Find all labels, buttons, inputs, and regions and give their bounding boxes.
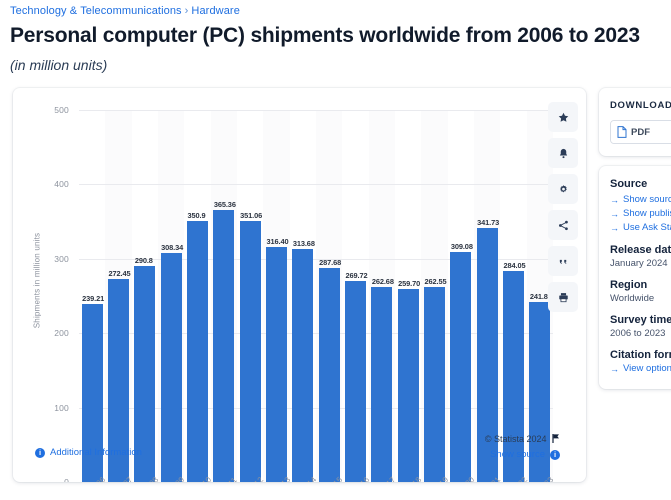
bar[interactable] bbox=[344, 281, 367, 482]
settings-gear-button[interactable] bbox=[548, 174, 578, 204]
y-axis-tick-label: 500 bbox=[54, 105, 69, 115]
bar-value-label: 316.40 bbox=[266, 236, 289, 246]
bar-value-label: 365.36 bbox=[213, 200, 236, 210]
details-box: Source → Show source → Show publisher in… bbox=[599, 166, 671, 389]
citation-link-label: View options bbox=[623, 363, 671, 374]
bar[interactable] bbox=[160, 252, 182, 482]
copyright-line: © Statista 2024 bbox=[485, 434, 560, 444]
chart-bars: 239.21 272.45 290.8 308.34 350.9 365.36 351.06… bbox=[79, 110, 553, 482]
arrow-right-icon: → bbox=[610, 194, 619, 205]
chart-tool-buttons bbox=[548, 102, 578, 318]
bar-value-label: 309.08 bbox=[450, 242, 473, 252]
show-source-link[interactable]: Show source i bbox=[490, 449, 560, 460]
share-button[interactable] bbox=[548, 210, 578, 240]
arrow-right-icon: → bbox=[610, 222, 619, 233]
bar-value-label: 262.55 bbox=[424, 276, 447, 286]
bar[interactable] bbox=[186, 220, 209, 482]
share-icon bbox=[558, 220, 569, 231]
region-heading: Region bbox=[610, 279, 648, 291]
source-link-show-source[interactable]: → Show source bbox=[610, 194, 671, 205]
breadcrumb-separator: › bbox=[184, 5, 189, 17]
copyright-label: © Statista 2024 bbox=[484, 434, 547, 444]
y-axis-tick-label: 400 bbox=[54, 179, 69, 190]
source-link-label: Use Ask Statista bbox=[623, 222, 671, 233]
breadcrumb-leaf[interactable]: Hardware bbox=[191, 5, 240, 17]
sidebar: DOWNLOAD PDF + Source → Show source → bbox=[599, 88, 671, 399]
alert-bell-button[interactable] bbox=[548, 138, 578, 168]
bar-value-label: 259.70 bbox=[398, 278, 421, 288]
favorite-star-button[interactable] bbox=[548, 102, 578, 132]
bell-icon bbox=[558, 148, 569, 159]
cite-quote-button[interactable] bbox=[548, 246, 578, 276]
bar-value-label: 351.06 bbox=[240, 210, 263, 220]
statista-chart-page: Technology & Telecommunications › Hardware… bbox=[0, 0, 671, 500]
download-box: DOWNLOAD PDF + bbox=[599, 88, 671, 156]
bar-value-label: 262.68 bbox=[371, 276, 394, 286]
arrow-right-icon: → bbox=[610, 363, 619, 374]
breadcrumb: Technology & Telecommunications › Hardware bbox=[10, 5, 240, 17]
release-date-value: January 2024 bbox=[610, 258, 668, 269]
print-icon bbox=[558, 292, 569, 303]
info-icon: i bbox=[35, 447, 45, 458]
y-axis-title: Shipments in million units bbox=[32, 232, 42, 329]
page-subtitle: (in million units) bbox=[10, 57, 108, 73]
bar[interactable] bbox=[265, 246, 288, 482]
bar-value-label: 313.68 bbox=[292, 238, 315, 248]
page-title: Personal computer (PC) shipments worldwi… bbox=[10, 24, 640, 47]
region-value: Worldwide bbox=[610, 293, 655, 304]
download-button-group: PDF + bbox=[610, 120, 671, 144]
info-icon: i bbox=[550, 449, 560, 460]
flag-icon bbox=[552, 434, 559, 443]
source-link-label: Show publisher information bbox=[623, 208, 671, 219]
bar-value-label: 287.68 bbox=[319, 257, 342, 267]
bar-value-label: 284.05 bbox=[503, 260, 526, 270]
bar[interactable] bbox=[423, 286, 446, 482]
additional-information-link[interactable]: i Additional Information bbox=[35, 447, 142, 458]
bar[interactable] bbox=[213, 210, 235, 482]
breadcrumb-root[interactable]: Technology & Telecommunications bbox=[10, 5, 182, 17]
bar-value-label: 341.73 bbox=[477, 217, 500, 227]
source-heading: Source bbox=[610, 178, 648, 190]
bar-value-label: 290.8 bbox=[134, 255, 153, 265]
bar-value-label: 272.45 bbox=[108, 269, 131, 279]
download-heading: DOWNLOAD bbox=[610, 100, 671, 111]
arrow-right-icon: → bbox=[610, 208, 619, 219]
bar-value-label: 308.34 bbox=[161, 242, 184, 252]
citation-heading: Citation formats bbox=[610, 349, 671, 361]
survey-time-heading: Survey time period bbox=[610, 314, 671, 326]
bar[interactable] bbox=[292, 248, 314, 482]
bar-value-label: 350.9 bbox=[187, 210, 206, 220]
release-date-heading: Release date bbox=[610, 244, 671, 256]
bar[interactable] bbox=[450, 252, 472, 482]
survey-time-value: 2006 to 2023 bbox=[610, 328, 666, 339]
bar[interactable] bbox=[239, 220, 261, 482]
bar[interactable] bbox=[318, 267, 340, 482]
document-icon bbox=[617, 126, 627, 138]
star-icon bbox=[558, 112, 569, 123]
bar[interactable] bbox=[371, 286, 393, 482]
additional-information-label: Additional Information bbox=[50, 447, 142, 458]
chart-plot-area: 0 100 200 300 400 500 Shipments in million un… bbox=[13, 88, 586, 482]
y-axis-tick-label: 100 bbox=[54, 402, 69, 413]
source-link-ask-statista[interactable]: → Use Ask Statista bbox=[610, 222, 671, 233]
download-pdf-button[interactable]: PDF bbox=[611, 121, 671, 143]
bar[interactable] bbox=[397, 288, 419, 482]
bar-value-label: 269.72 bbox=[345, 271, 368, 281]
bar-value-label: 239.21 bbox=[82, 294, 105, 304]
download-pdf-label: PDF bbox=[631, 126, 650, 138]
show-source-label: Show source bbox=[490, 449, 545, 460]
source-link-show-publisher[interactable]: → Show publisher information bbox=[610, 208, 671, 219]
source-link-label: Show source bbox=[623, 194, 671, 205]
gear-icon bbox=[558, 184, 569, 195]
quote-icon bbox=[558, 256, 569, 267]
y-axis-tick-label: 0 bbox=[64, 477, 69, 482]
chart-card: 0 100 200 300 400 500 Shipments in million un… bbox=[13, 88, 586, 482]
print-button[interactable] bbox=[548, 282, 578, 312]
citation-view-options-link[interactable]: → View options bbox=[610, 363, 671, 374]
